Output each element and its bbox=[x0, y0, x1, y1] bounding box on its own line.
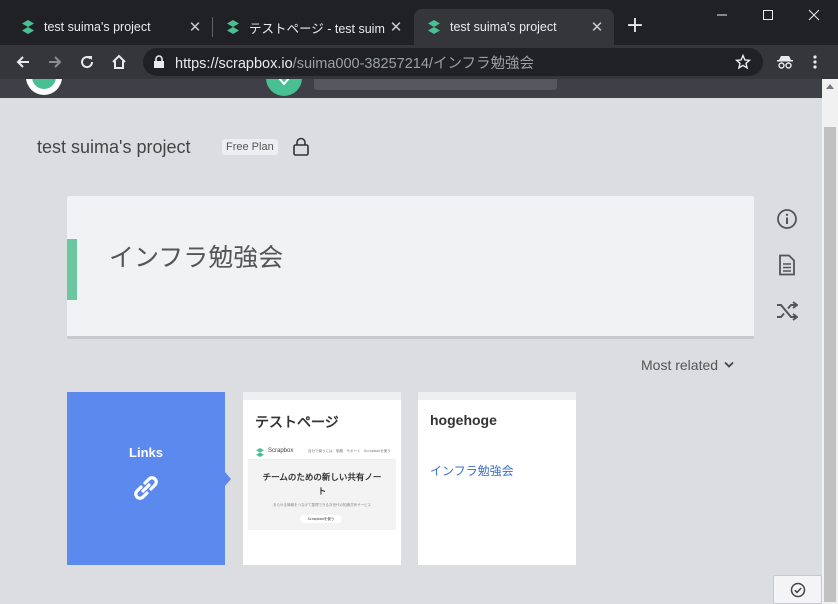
link-icon bbox=[134, 476, 158, 500]
links-label: Links bbox=[129, 445, 163, 460]
close-window-button[interactable] bbox=[792, 0, 836, 30]
arrow-right-icon bbox=[49, 56, 62, 68]
incognito-icon bbox=[777, 56, 793, 69]
project-title[interactable]: test suima's project bbox=[37, 137, 191, 158]
scrapbox-favicon-icon bbox=[20, 19, 36, 35]
thumbnail-button: Scrapboxを使う bbox=[300, 515, 342, 523]
close-icon bbox=[808, 9, 820, 21]
related-page-card-testpage[interactable]: テストページ Scrapbox 自分で使うには 価格 サポート Scrapbox… bbox=[243, 392, 401, 565]
links-card[interactable]: Links bbox=[67, 392, 231, 565]
thumbnail-navbar: Scrapbox 自分で使うには 価格 サポート Scrapboxを使う bbox=[248, 444, 396, 460]
card-thumbnail: Scrapbox 自分で使うには 価格 サポート Scrapboxを使う チーム… bbox=[248, 444, 396, 530]
new-page-icon[interactable] bbox=[265, 79, 303, 97]
scrapbox-logo-icon bbox=[256, 448, 264, 457]
page-editor[interactable]: インフラ勉強会 bbox=[67, 196, 754, 339]
page-title[interactable]: インフラ勉強会 bbox=[109, 238, 283, 274]
export-page-button[interactable] bbox=[775, 253, 799, 277]
tab-title: テストページ - test suima's project bbox=[249, 21, 385, 36]
browser-tabstrip: test suima's project ✕ テストページ - test sui… bbox=[0, 0, 838, 45]
page-info-button[interactable] bbox=[775, 207, 799, 231]
maximize-icon bbox=[763, 10, 773, 20]
sort-dropdown[interactable]: Most related bbox=[641, 357, 734, 373]
menu-button[interactable] bbox=[802, 49, 828, 75]
forward-button[interactable] bbox=[42, 49, 68, 75]
tab-title: test suima's project bbox=[44, 20, 151, 34]
home-icon bbox=[112, 54, 126, 69]
home-button[interactable] bbox=[106, 49, 132, 75]
url-path: /suima000-38257214/インフラ勉強会 bbox=[292, 55, 535, 72]
cursor-line-indicator bbox=[67, 239, 77, 300]
reload-icon bbox=[81, 56, 94, 69]
stream-status-button[interactable] bbox=[773, 575, 822, 604]
arrow-left-icon bbox=[16, 56, 29, 68]
bookmark-star-icon[interactable] bbox=[735, 54, 751, 70]
plan-badge[interactable]: Free Plan bbox=[222, 139, 278, 155]
browser-tab-2[interactable]: テストページ - test suima's project ✕ bbox=[213, 9, 413, 45]
thumbnail-subtitle: あらゆる情報をつなげて整理できる次世代の知識共有サービス bbox=[273, 503, 371, 507]
related-page-card-hogehoge[interactable]: hogehoge インフラ勉強会 bbox=[418, 392, 576, 565]
thumbnail-heading-line: チームのための新しい共有ノー bbox=[262, 473, 382, 483]
thumbnail-brand: Scrapbox bbox=[268, 448, 294, 454]
scrapbox-favicon-icon bbox=[426, 19, 442, 35]
url-text: https://scrapbox.io/suima000-38257214/イン… bbox=[175, 52, 534, 73]
lock-icon bbox=[293, 137, 309, 156]
scrollbar-thumb[interactable] bbox=[824, 127, 836, 602]
document-icon bbox=[779, 254, 795, 276]
close-tab-icon[interactable]: ✕ bbox=[385, 18, 407, 36]
random-page-button[interactable] bbox=[775, 299, 799, 323]
minimize-button[interactable] bbox=[700, 0, 744, 30]
thumbnail-heading: チームのための新しい共有ノー ト bbox=[248, 471, 396, 499]
reload-button[interactable] bbox=[74, 49, 100, 75]
sort-label: Most related bbox=[641, 357, 719, 373]
new-tab-button[interactable]: + bbox=[622, 14, 648, 40]
shuffle-icon bbox=[777, 301, 798, 321]
back-button[interactable] bbox=[10, 49, 36, 75]
scrapbox-favicon-icon bbox=[225, 19, 241, 35]
thumbnail-heading-line: ト bbox=[317, 487, 327, 497]
thumbnail-nav-links: 自分で使うには 価格 サポート Scrapboxを使う bbox=[308, 449, 391, 453]
card-link-text[interactable]: インフラ勉強会 bbox=[430, 462, 514, 479]
url-base: https://scrapbox.io bbox=[175, 55, 293, 72]
card-title: hogehoge bbox=[430, 412, 497, 428]
lock-icon bbox=[154, 55, 164, 68]
more-vertical-icon bbox=[813, 55, 817, 69]
browser-tab-3-active[interactable]: test suima's project ✕ bbox=[414, 9, 614, 45]
app-header bbox=[0, 79, 822, 98]
search-input[interactable] bbox=[314, 79, 557, 90]
close-tab-icon[interactable]: ✕ bbox=[184, 18, 206, 36]
minimize-icon bbox=[717, 14, 727, 16]
card-title: テストページ bbox=[255, 414, 339, 430]
scroll-up-arrow-icon[interactable] bbox=[826, 83, 834, 89]
page-scrollbar[interactable] bbox=[822, 79, 838, 604]
chevron-down-icon bbox=[724, 361, 734, 368]
maximize-button[interactable] bbox=[746, 0, 790, 30]
browser-tab-1[interactable]: test suima's project ✕ bbox=[8, 9, 212, 45]
info-icon bbox=[777, 209, 797, 229]
scrapbox-logo-icon[interactable] bbox=[24, 79, 64, 97]
browser-toolbar: https://scrapbox.io/suima000-38257214/イン… bbox=[0, 45, 838, 79]
incognito-button[interactable] bbox=[772, 49, 798, 75]
tab-title: test suima's project bbox=[450, 20, 557, 34]
check-circle-icon bbox=[790, 582, 805, 597]
close-tab-icon[interactable]: ✕ bbox=[586, 18, 608, 36]
address-bar[interactable]: https://scrapbox.io/suima000-38257214/イン… bbox=[143, 48, 763, 76]
